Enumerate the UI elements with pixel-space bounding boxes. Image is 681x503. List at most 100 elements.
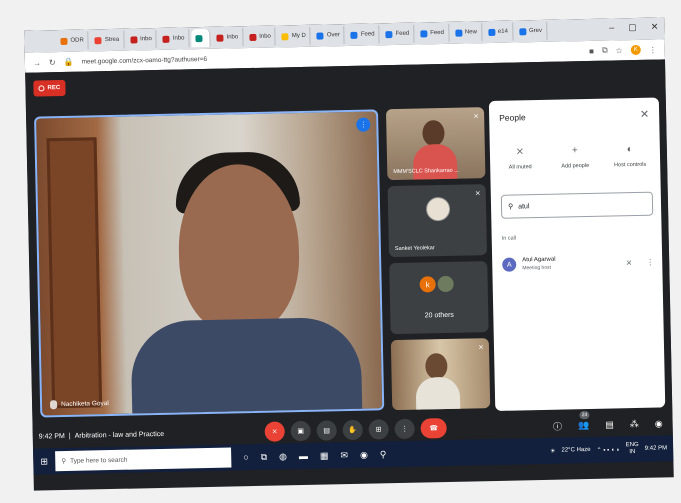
browser-tab[interactable]: Strea [90, 30, 125, 50]
menu-dots-icon[interactable]: ⋮ [649, 45, 657, 54]
clock-time[interactable]: 9:42 PM [645, 445, 667, 451]
window-controls: – ▢ ✕ [609, 21, 658, 33]
info-icon[interactable]: ⓘ [553, 419, 562, 432]
tab-label: Feed [360, 31, 375, 38]
present-button[interactable]: ⊞ [368, 419, 389, 440]
meet-area: REC ⋮ Nachiketa Goyal ⨯ MMM'SCLC Shankar… [25, 59, 673, 449]
tab-favicon-icon [420, 29, 428, 37]
people-search-input[interactable]: ⚲ atul [500, 191, 654, 219]
tray-icons[interactable]: ⌃ ▪ ▪ ◖ ◗ [597, 446, 620, 453]
cortana-icon[interactable]: ○ [243, 452, 249, 463]
reload-icon[interactable]: ↻ [49, 58, 56, 67]
video-tile-1[interactable]: ⨯ MMM'SCLC Shankarrao ... [385, 107, 486, 181]
activities-icon[interactable]: ⁂ [630, 418, 639, 429]
browser-tab[interactable]: Over [312, 26, 346, 45]
extension-icon[interactable]: ⧉ [602, 46, 608, 56]
people-panel: People ✕ ⨯ All muted + Add people ◐ Host… [488, 97, 666, 411]
end-call-button[interactable]: ☎ [420, 417, 447, 439]
tab-favicon-icon [316, 31, 324, 40]
tab-favicon-icon [487, 28, 495, 36]
language-indicator[interactable]: ENG IN [626, 442, 639, 457]
background-door [46, 137, 103, 409]
tab-label: My D [291, 32, 306, 40]
chrome-icon[interactable]: ◉ [360, 449, 368, 460]
back-icon[interactable]: → [33, 58, 41, 67]
close-icon[interactable]: ✕ [640, 108, 649, 121]
profile-avatar[interactable]: K [630, 44, 641, 56]
browser-tab[interactable]: Inbo [212, 28, 244, 47]
tile-2-name: Sanket Yeolekar [394, 245, 435, 253]
person-row[interactable]: A Atul Agarwal Meeting host ⨯ ⋮ [502, 250, 654, 277]
browser-tab[interactable]: ODR [56, 31, 90, 51]
meeting-time: 9:42 PM [38, 432, 65, 441]
browser-tab[interactable]: Grev [514, 21, 548, 41]
participant-body [412, 143, 458, 181]
others-avatar-k: k [419, 276, 436, 293]
browser-tab[interactable]: New [450, 23, 483, 42]
more-options-icon[interactable]: ⋮ [646, 257, 654, 266]
participant-avatar [425, 196, 451, 222]
tab-favicon-icon [162, 35, 170, 43]
chat-icon[interactable]: ▤ [605, 419, 614, 430]
raise-hand-button[interactable]: ✋ [342, 419, 363, 441]
mail-icon[interactable]: ✉ [340, 450, 348, 461]
tab-label: Grev [528, 27, 542, 35]
tab-favicon-icon [94, 36, 102, 44]
store-icon[interactable]: ▦ [320, 450, 329, 461]
edge-icon[interactable]: ◍ [279, 451, 287, 462]
browser-tab[interactable]: Inbo [244, 27, 277, 47]
tab-favicon-icon [385, 30, 393, 38]
weather-text[interactable]: 22°C Haze [561, 447, 590, 454]
taskbar-search[interactable]: ⚲ Type here to search [55, 447, 232, 472]
main-video-tile[interactable]: ⋮ Nachiketa Goyal [34, 109, 385, 418]
record-icon [38, 85, 45, 92]
photo-frame: ODR Strea Inbo Inbo Inbo Inbo My D Over Feed Feed… [0, 0, 681, 503]
panel-title: People [499, 112, 526, 123]
star-icon[interactable]: ☆ [616, 46, 623, 55]
browser-tab[interactable]: Feed [346, 25, 380, 44]
browser-tab[interactable]: My D [277, 26, 312, 46]
host-controls-button[interactable]: ◐ Host controls [604, 144, 656, 169]
person-name: Atul Agarwal [522, 256, 556, 264]
participant-body [415, 376, 461, 411]
avatar: A [502, 257, 517, 272]
others-tile[interactable]: k 20 others [389, 261, 489, 335]
mic-off-icon[interactable]: ⨯ [625, 258, 632, 267]
lock-icon: 🔒 [63, 57, 74, 67]
browser-tab[interactable]: Feed [416, 23, 450, 43]
more-options-button[interactable]: ⋮ [394, 418, 415, 440]
minimize-icon[interactable]: – [609, 22, 614, 33]
mic-off-icon: ⨯ [478, 344, 485, 352]
participants-count: 24 [579, 410, 590, 419]
main-tile-label: Nachiketa Goyal [61, 400, 109, 409]
task-view-icon[interactable]: ⧉ [261, 451, 268, 462]
browser-tab[interactable]: Inbo [158, 29, 190, 48]
screen: ODR Strea Inbo Inbo Inbo Inbo My D Over Feed Feed… [24, 17, 674, 491]
video-tile-2[interactable]: ⨯ Sanket Yeolekar [387, 184, 488, 258]
browser-tab[interactable]: Inbo [125, 29, 158, 49]
browser-tab[interactable]: Feed [381, 24, 415, 44]
tab-label: Inbo [259, 33, 271, 40]
close-window-icon[interactable]: ✕ [651, 21, 659, 32]
all-muted-button[interactable]: ⨯ All muted [494, 146, 546, 171]
add-people-button[interactable]: + Add people [549, 145, 601, 170]
maximize-icon[interactable]: ▢ [628, 22, 637, 33]
search-icon: ⚲ [61, 457, 67, 466]
captions-button[interactable]: ▤ [316, 420, 337, 441]
host-lock-icon[interactable]: ◉ [655, 418, 663, 429]
file-explorer-icon[interactable]: ▬ [299, 450, 308, 461]
mic-off-icon: ⨯ [473, 113, 480, 121]
search-icon: ⚲ [507, 203, 514, 211]
camera-toggle-button[interactable]: ▣ [290, 420, 311, 442]
main-tile-name: Nachiketa Goyal [49, 399, 109, 410]
windows-start-icon[interactable]: ⊞ [33, 456, 55, 467]
people-button[interactable]: 👥 24 [578, 410, 590, 431]
video-tile-4[interactable]: ⨯ [390, 338, 491, 411]
rec-label: REC [47, 85, 61, 92]
browser-tab[interactable]: e14 [483, 22, 514, 42]
browser-tab[interactable] [191, 28, 211, 48]
mic-toggle-button[interactable]: ⨯ [264, 421, 285, 442]
app-icon[interactable]: ⚲ [380, 449, 387, 460]
camera-icon[interactable]: ■ [589, 46, 594, 55]
recording-badge: REC [33, 79, 66, 97]
